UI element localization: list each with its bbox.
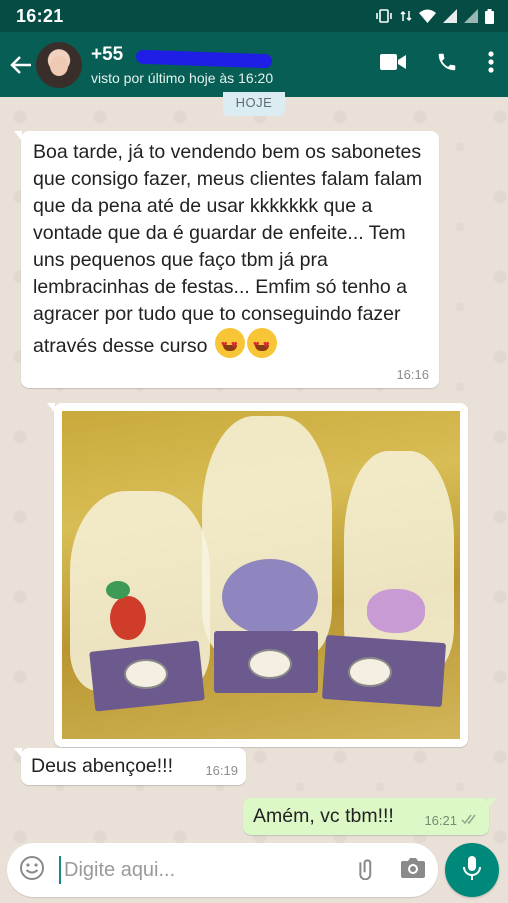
label-tag [248,649,292,679]
status-time: 16:21 [16,5,64,26]
smiley-icon[interactable] [19,855,45,886]
date-chip: HOJE [223,92,285,116]
heart-eyes-emoji-icon [246,328,277,359]
camera-icon[interactable] [400,857,426,884]
message-bubble-incoming[interactable]: Boa tarde, já to vendendo bem os sabonet… [14,131,439,388]
battery-icon [485,8,494,24]
signal-icon [443,9,457,23]
message-text: Boa tarde, já to vendendo bem os sabonet… [33,139,427,360]
signal-icon-2 [464,9,478,23]
avatar[interactable] [36,41,82,88]
message-time: 16:19 [205,763,238,778]
message-bubble-incoming[interactable]: Deus abençoe!!! 16:19 [14,748,246,785]
message-text: Amém, vc tbm!!! [253,805,394,827]
wifi-icon [419,9,436,23]
message-input[interactable] [59,856,354,884]
message-text: Deus abençoe!!! [31,755,174,777]
phone-icon[interactable] [436,51,458,78]
chat-header: +55 visto por último hoje às 16:20 [0,32,508,97]
message-bubble-outgoing[interactable]: Amém, vc tbm!!! 16:21 [243,798,496,835]
video-camera-icon[interactable] [380,53,406,76]
more-vert-icon[interactable] [488,51,494,78]
double-check-icon [461,813,479,828]
message-time: 16:16 [396,367,429,382]
lilac-soap [222,559,318,635]
microphone-button[interactable] [445,843,499,897]
status-icons [375,8,494,24]
soap-gift-photo[interactable] [62,411,460,739]
label-tag [348,657,392,687]
image-message[interactable] [47,403,468,747]
label-tag [124,659,168,689]
paperclip-icon[interactable] [354,856,378,885]
arrow-left-icon[interactable] [6,55,36,75]
header-actions [380,32,494,97]
contact-name: +55 [91,44,273,68]
redaction-scribble [135,49,273,68]
message-meta: 16:21 [424,813,479,828]
status-bar: 16:21 [0,0,508,32]
vibrate-icon [375,9,393,23]
contact-info[interactable]: +55 visto por último hoje às 16:20 [91,44,273,86]
message-time: 16:21 [424,813,457,828]
message-composer [7,843,438,897]
pink-soap [367,589,425,633]
heart-eyes-emoji-icon [214,328,245,359]
microphone-icon [462,855,482,886]
data-arrows-icon [400,9,412,23]
green-soap [106,581,130,599]
red-soap [110,596,146,640]
last-seen: visto por último hoje às 16:20 [91,69,274,86]
